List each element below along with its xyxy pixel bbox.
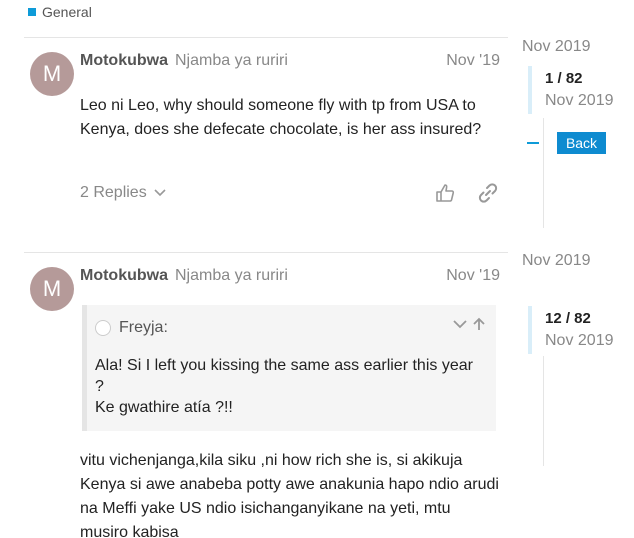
like-icon[interactable] bbox=[434, 182, 456, 204]
quote-header: Freyja: bbox=[95, 319, 168, 337]
timeline-position-date: Nov 2019 bbox=[545, 92, 614, 109]
quote-line: Ala! Si I left you kissing the same ass … bbox=[95, 357, 473, 395]
post: M Motokubwa Njamba ya ruriri Nov '19 Leo… bbox=[24, 37, 508, 232]
avatar[interactable]: M bbox=[30, 52, 74, 96]
timeline-position: 1 / 82 bbox=[545, 70, 583, 87]
avatar[interactable]: M bbox=[30, 267, 74, 311]
username[interactable]: Motokubwa bbox=[80, 52, 168, 70]
quote-controls bbox=[452, 317, 486, 331]
timeline-start-date[interactable]: Nov 2019 bbox=[522, 252, 591, 270]
timeline-scroller-bar[interactable] bbox=[528, 306, 532, 354]
full-name: Njamba ya ruriri bbox=[175, 267, 288, 284]
quote-line: Ke gwathire atía ?!! bbox=[95, 399, 233, 416]
chevron-down-icon bbox=[154, 189, 166, 197]
back-button[interactable]: Back bbox=[557, 132, 606, 154]
timeline-scroller-bar[interactable] bbox=[528, 66, 532, 114]
avatar-letter: M bbox=[42, 61, 62, 86]
timeline-track[interactable] bbox=[543, 356, 544, 466]
timeline-track[interactable] bbox=[543, 118, 544, 228]
quote-avatar bbox=[95, 320, 111, 336]
category-label: General bbox=[42, 4, 92, 20]
timeline-position: 12 / 82 bbox=[545, 310, 591, 327]
post-body: Leo ni Leo, why should someone fly with … bbox=[80, 97, 482, 138]
quote-author[interactable]: Freyja: bbox=[119, 319, 168, 337]
post-date[interactable]: Nov '19 bbox=[446, 267, 500, 285]
category-badge[interactable]: General bbox=[28, 4, 92, 20]
arrow-up-icon[interactable] bbox=[472, 317, 486, 331]
quote-block: Freyja: Ala! Si I left you kissing the s… bbox=[82, 305, 496, 431]
timeline-last-read-marker bbox=[527, 142, 539, 144]
username[interactable]: Motokubwa bbox=[80, 267, 168, 285]
replies-toggle[interactable]: 2 Replies bbox=[80, 184, 167, 202]
link-icon[interactable] bbox=[477, 182, 499, 204]
post: M Motokubwa Njamba ya ruriri Nov '19 Fre… bbox=[24, 252, 508, 538]
category-color-swatch bbox=[28, 8, 36, 16]
replies-label: 2 Replies bbox=[80, 184, 147, 201]
post-meta: Motokubwa Njamba ya ruriri Nov '19 bbox=[80, 52, 500, 70]
full-name: Njamba ya ruriri bbox=[175, 52, 288, 69]
chevron-down-icon[interactable] bbox=[452, 317, 468, 331]
post-meta: Motokubwa Njamba ya ruriri Nov '19 bbox=[80, 267, 500, 285]
avatar-letter: M bbox=[42, 276, 62, 301]
post-date[interactable]: Nov '19 bbox=[446, 52, 500, 70]
timeline-start-date[interactable]: Nov 2019 bbox=[522, 38, 591, 56]
post-body: vitu vichenjanga,kila siku ,ni how rich … bbox=[80, 452, 499, 538]
quote-text: Ala! Si I left you kissing the same ass … bbox=[95, 355, 485, 418]
timeline-position-date: Nov 2019 bbox=[545, 332, 614, 349]
